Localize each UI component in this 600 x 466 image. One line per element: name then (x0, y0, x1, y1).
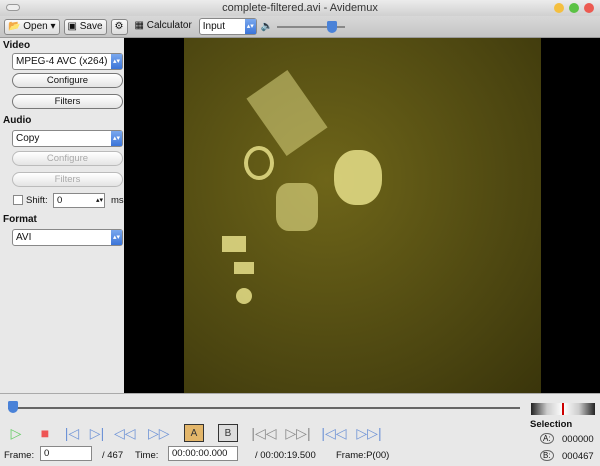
frame-input[interactable]: 0 (40, 446, 92, 461)
minimize-button[interactable] (554, 3, 564, 13)
video-preview (124, 38, 600, 393)
gears-icon: ⚙ (114, 20, 124, 32)
marker-b-icon: B: (540, 450, 554, 461)
total-frames: / 467 (102, 450, 124, 461)
time-label: Time: (135, 450, 159, 461)
previous-keyframe-icon[interactable]: |◁◁ (250, 424, 278, 442)
next-keyframe-icon[interactable]: ▷▷| (284, 424, 312, 442)
timeline-thumb[interactable] (8, 401, 18, 413)
calculator-icon: ▦ (134, 19, 144, 31)
floppy-icon: ▣ (67, 20, 77, 32)
video-frame (184, 38, 541, 393)
audio-codec-select[interactable]: Copy ▴▾ (12, 130, 123, 147)
video-configure-button[interactable]: Configure (12, 73, 123, 88)
stepper-icon[interactable]: ▴▾ (96, 194, 103, 207)
play-icon[interactable]: ▷ (6, 424, 26, 442)
audio-heading: Audio (3, 115, 32, 126)
calculator-button[interactable]: ▦ Calculator (132, 19, 195, 35)
input-output-select[interactable]: Input ▴▾ (198, 18, 257, 35)
speaker-icon: 🔈 (260, 21, 274, 32)
window-title: complete-filtered.avi - Avidemux (222, 2, 378, 14)
marker-a-value: 000000 (562, 434, 594, 445)
video-heading: Video (3, 40, 31, 51)
video-codec-select[interactable]: MPEG-4 AVC (x264) ▴▾ (12, 53, 123, 70)
spool-object (222, 236, 246, 252)
go-to-start-icon[interactable]: |◁◁ (320, 424, 348, 442)
marker-a-icon: A: (540, 433, 554, 444)
select-arrows-icon: ▴▾ (111, 131, 122, 146)
format-heading: Format (3, 214, 37, 225)
bag-object (246, 69, 328, 157)
shift-input[interactable]: 0 ▴▾ (53, 193, 105, 208)
tape-object (234, 262, 254, 274)
frame-type: Frame:P(00) (336, 450, 390, 461)
save-button[interactable]: ▣ Save (63, 18, 107, 35)
video-filters-button[interactable]: Filters (12, 94, 123, 109)
selection-heading: Selection (530, 419, 573, 430)
volume-slider[interactable] (277, 20, 346, 33)
close-button[interactable] (584, 3, 594, 13)
set-marker-b-icon[interactable]: B (218, 424, 238, 442)
shift-label: Shift: (26, 195, 48, 206)
navigation-panel: ▷ ■ |◁ ▷| ◁◁ ▷▷ A B |◁◁ ▷▷| |◁◁ ▷▷| Fram… (0, 393, 600, 466)
goggles-object (276, 183, 318, 231)
washer-object (236, 288, 252, 304)
shift-unit: ms (111, 195, 124, 206)
shift-checkbox[interactable] (13, 195, 23, 205)
audio-configure-button[interactable]: Configure (12, 151, 123, 166)
sidebar: Video MPEG-4 AVC (x264) ▴▾ Configure Filt… (0, 38, 124, 393)
toolbar-toggle[interactable] (6, 4, 20, 11)
toolbar: 📂 Open ▾ ▣ Save ⚙ ▦ Calculator Input ▴▾ 🔈 (0, 16, 600, 38)
previous-frame-icon[interactable]: |◁ (62, 424, 82, 442)
duration: / 00:00:19.500 (255, 450, 316, 461)
go-to-end-icon[interactable]: ▷▷| (355, 424, 383, 442)
frame-label: Frame: (4, 450, 35, 461)
set-marker-a-icon[interactable]: A (184, 424, 204, 442)
stop-icon[interactable]: ■ (35, 424, 55, 442)
time-input[interactable]: 00:00:00.000 (168, 446, 238, 461)
select-arrows-icon: ▴▾ (111, 230, 122, 245)
properties-button[interactable]: ⚙ (110, 18, 128, 35)
audio-filters-button[interactable]: Filters (12, 172, 123, 187)
format-select[interactable]: AVI ▴▾ (12, 229, 123, 246)
zoom-button[interactable] (569, 3, 579, 13)
folder-icon: 📂 (8, 20, 21, 32)
ring-object (244, 146, 274, 180)
fast-forward-icon[interactable]: ▷▷ (148, 424, 170, 442)
title-bar: complete-filtered.avi - Avidemux (0, 0, 600, 16)
toy-object (334, 150, 382, 205)
marker-b-value: 000467 (562, 451, 594, 462)
select-arrows-icon: ▴▾ (244, 19, 256, 34)
next-frame-icon[interactable]: ▷| (87, 424, 107, 442)
open-button[interactable]: 📂 Open ▾ (4, 18, 60, 35)
timeline-slider[interactable] (8, 407, 520, 409)
jog-shuttle[interactable] (531, 403, 595, 415)
rewind-icon[interactable]: ◁◁ (114, 424, 136, 442)
select-arrows-icon: ▴▾ (111, 54, 122, 69)
